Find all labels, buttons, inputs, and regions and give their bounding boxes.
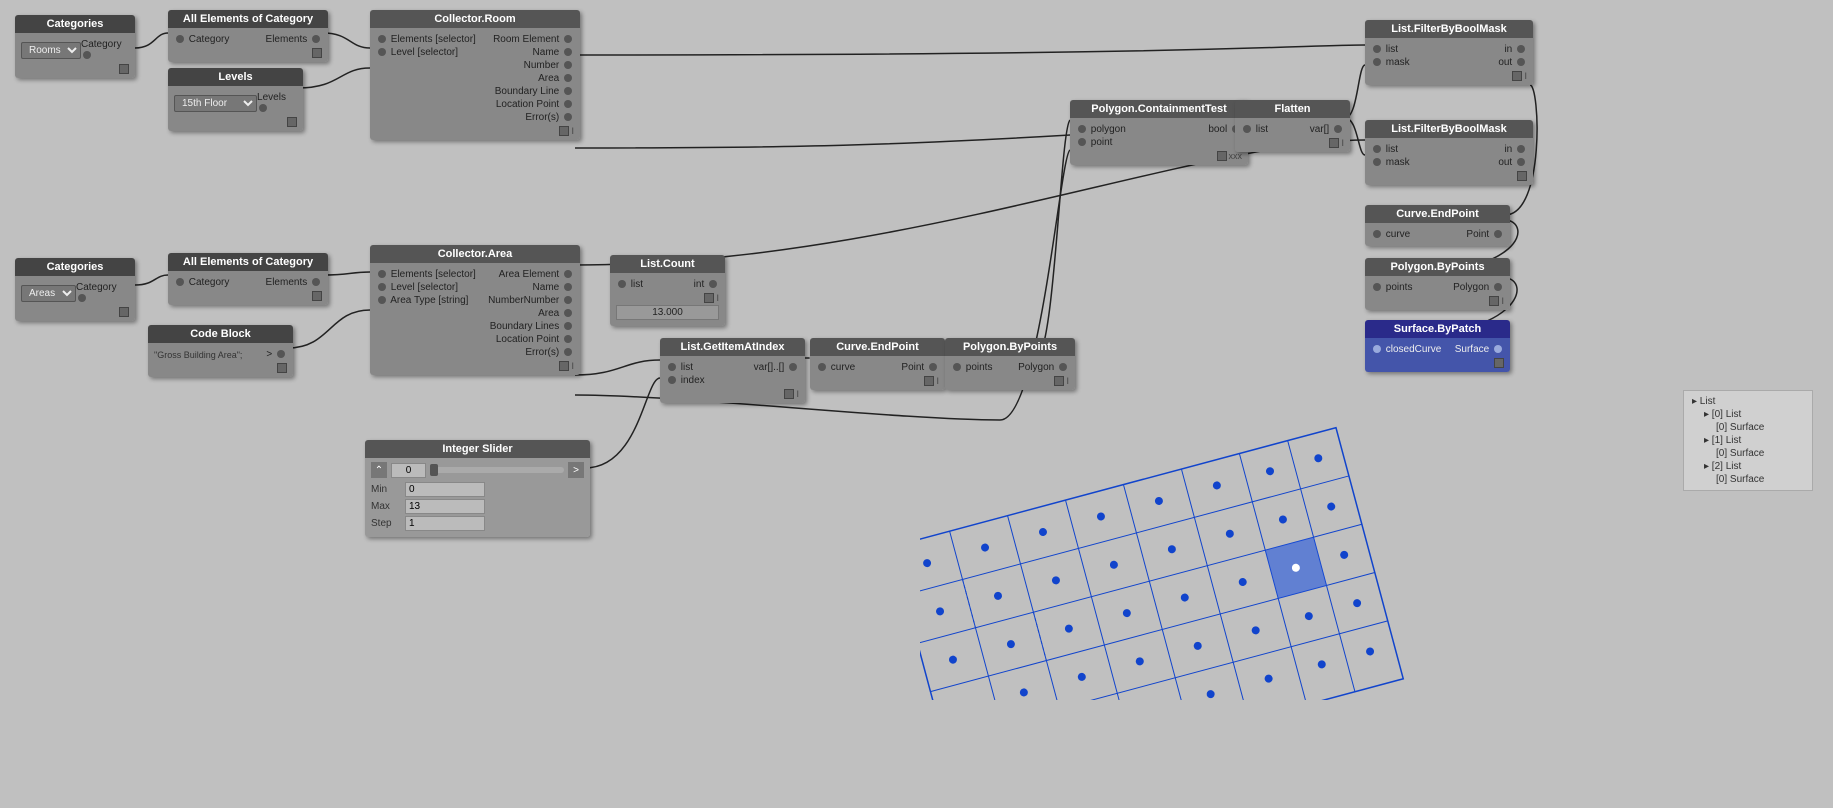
levels-body: 15th Floor Levels <box>168 86 303 131</box>
code-block-header: Code Block <box>148 325 293 343</box>
checkbox[interactable] <box>784 389 794 399</box>
floorplan-visualization <box>920 380 1440 700</box>
all-elements-rooms-header: All Elements of Category <box>168 10 328 28</box>
slider-increment[interactable]: > <box>568 462 584 478</box>
list-tree-panel: ▸ List ▸ [0] List [0] Surface ▸ [1] List… <box>1683 390 1813 491</box>
checkbox[interactable] <box>1494 358 1504 368</box>
surface-bypatch-body: closedCurve Surface <box>1365 338 1510 372</box>
list-tree-item[interactable]: ▸ [1] List <box>1692 434 1804 447</box>
polygon-containment-header: Polygon.ContainmentTest <box>1070 100 1248 118</box>
all-elements-areas-node: All Elements of Category Category Elemen… <box>168 253 328 305</box>
list-tree-item[interactable]: [0] Surface <box>1692 421 1804 434</box>
collector-room-node: Collector.Room Elements [selector] Room … <box>370 10 580 140</box>
curve-endpoint-top-header: Curve.EndPoint <box>1365 205 1510 223</box>
checkbox[interactable] <box>312 291 322 301</box>
list-count-node: List.Count list int I 13.000 <box>610 255 725 326</box>
list-count-header: List.Count <box>610 255 725 273</box>
categories-rooms-body: Rooms Category <box>15 33 135 78</box>
checkbox[interactable] <box>287 117 297 127</box>
categories-areas-body: Areas Category <box>15 276 135 321</box>
list-getitem-node: List.GetItemAtIndex list var[]..[] index… <box>660 338 805 403</box>
polygon-containment-body: polygon bool point xxx <box>1070 118 1248 165</box>
list-tree-item[interactable]: ▸ List <box>1692 395 1804 408</box>
checkbox[interactable] <box>559 361 569 371</box>
canvas-background: Categories Rooms Category All Elements o… <box>0 0 1833 808</box>
levels-header: Levels <box>168 68 303 86</box>
curve-endpoint-top-node: Curve.EndPoint curve Point <box>1365 205 1510 246</box>
integer-slider-body: ⌃ > Min Max Step <box>365 458 590 537</box>
slider-step[interactable] <box>405 516 485 531</box>
list-count-value: 13.000 <box>616 305 719 320</box>
flatten-node: Flatten list var[] I <box>1235 100 1350 152</box>
list-filter-bool1-body: list in mask out I <box>1365 38 1533 85</box>
list-tree-item[interactable]: [0] Surface <box>1692 473 1804 486</box>
list-filter-bool1-node: List.FilterByBoolMask list in mask out I <box>1365 20 1533 85</box>
checkbox[interactable] <box>1517 171 1527 181</box>
collector-room-body: Elements [selector] Room Element Level [… <box>370 28 580 140</box>
polygon-bypoints-top-header: Polygon.ByPoints <box>1365 258 1510 276</box>
list-filter-bool2-body: list in mask out <box>1365 138 1533 185</box>
list-tree-item[interactable]: ▸ [2] List <box>1692 460 1804 473</box>
polygon-bypoints-top-body: points Polygon I <box>1365 276 1510 310</box>
checkbox[interactable] <box>119 64 129 74</box>
categories-rooms-header: Categories <box>15 15 135 33</box>
list-filter-bool2-node: List.FilterByBoolMask list in mask out <box>1365 120 1533 185</box>
list-filter-bool1-header: List.FilterByBoolMask <box>1365 20 1533 38</box>
code-block-node: Code Block "Gross Building Area"; > <box>148 325 293 377</box>
checkbox[interactable] <box>704 293 714 303</box>
rooms-select[interactable]: Rooms <box>21 42 81 59</box>
slider-max[interactable] <box>405 499 485 514</box>
integer-slider-node: Integer Slider ⌃ > Min Max Step <box>365 440 590 537</box>
collector-area-body: Elements [selector] Area Element Level [… <box>370 263 580 375</box>
curve-endpoint-top-body: curve Point <box>1365 223 1510 246</box>
checkbox[interactable] <box>312 48 322 58</box>
surface-bypatch-header: Surface.ByPatch <box>1365 320 1510 338</box>
areas-select[interactable]: Areas <box>21 285 76 302</box>
categories-areas-header: Categories <box>15 258 135 276</box>
checkbox[interactable] <box>1489 296 1499 306</box>
list-filter-bool2-header: List.FilterByBoolMask <box>1365 120 1533 138</box>
polygon-bypoints-top-node: Polygon.ByPoints points Polygon I <box>1365 258 1510 310</box>
integer-slider-header: Integer Slider <box>365 440 590 458</box>
checkbox[interactable] <box>119 307 129 317</box>
checkbox[interactable] <box>1512 71 1522 81</box>
list-count-body: list int I 13.000 <box>610 273 725 326</box>
polygon-bypoints-area-header: Polygon.ByPoints <box>945 338 1075 356</box>
checkbox[interactable] <box>277 363 287 373</box>
flatten-body: list var[] I <box>1235 118 1350 152</box>
levels-select[interactable]: 15th Floor <box>174 95 257 112</box>
categories-areas-node: Categories Areas Category <box>15 258 135 321</box>
slider-decrement[interactable]: ⌃ <box>371 462 387 478</box>
all-elements-rooms-node: All Elements of Category Category Elemen… <box>168 10 328 62</box>
collector-area-node: Collector.Area Elements [selector] Area … <box>370 245 580 375</box>
surface-bypatch-node: Surface.ByPatch closedCurve Surface <box>1365 320 1510 372</box>
polygon-containment-node: Polygon.ContainmentTest polygon bool poi… <box>1070 100 1248 165</box>
slider-input[interactable] <box>391 463 426 478</box>
collector-room-header: Collector.Room <box>370 10 580 28</box>
list-tree-item[interactable]: ▸ [0] List <box>1692 408 1804 421</box>
flatten-header: Flatten <box>1235 100 1350 118</box>
list-tree-item[interactable]: [0] Surface <box>1692 447 1804 460</box>
list-getitem-header: List.GetItemAtIndex <box>660 338 805 356</box>
slider-min[interactable] <box>405 482 485 497</box>
floorplan-svg <box>920 380 1440 700</box>
checkbox[interactable] <box>1217 151 1227 161</box>
curve-endpoint-area-header: Curve.EndPoint <box>810 338 945 356</box>
categories-rooms-node: Categories Rooms Category <box>15 15 135 78</box>
code-block-body: "Gross Building Area"; > <box>148 343 293 377</box>
checkbox[interactable] <box>559 126 569 136</box>
all-elements-areas-header: All Elements of Category <box>168 253 328 271</box>
levels-node: Levels 15th Floor Levels <box>168 68 303 131</box>
all-elements-areas-body: Category Elements <box>168 271 328 305</box>
list-getitem-body: list var[]..[] index I <box>660 356 805 403</box>
checkbox[interactable] <box>1329 138 1339 148</box>
all-elements-rooms-body: Category Elements <box>168 28 328 62</box>
collector-area-header: Collector.Area <box>370 245 580 263</box>
